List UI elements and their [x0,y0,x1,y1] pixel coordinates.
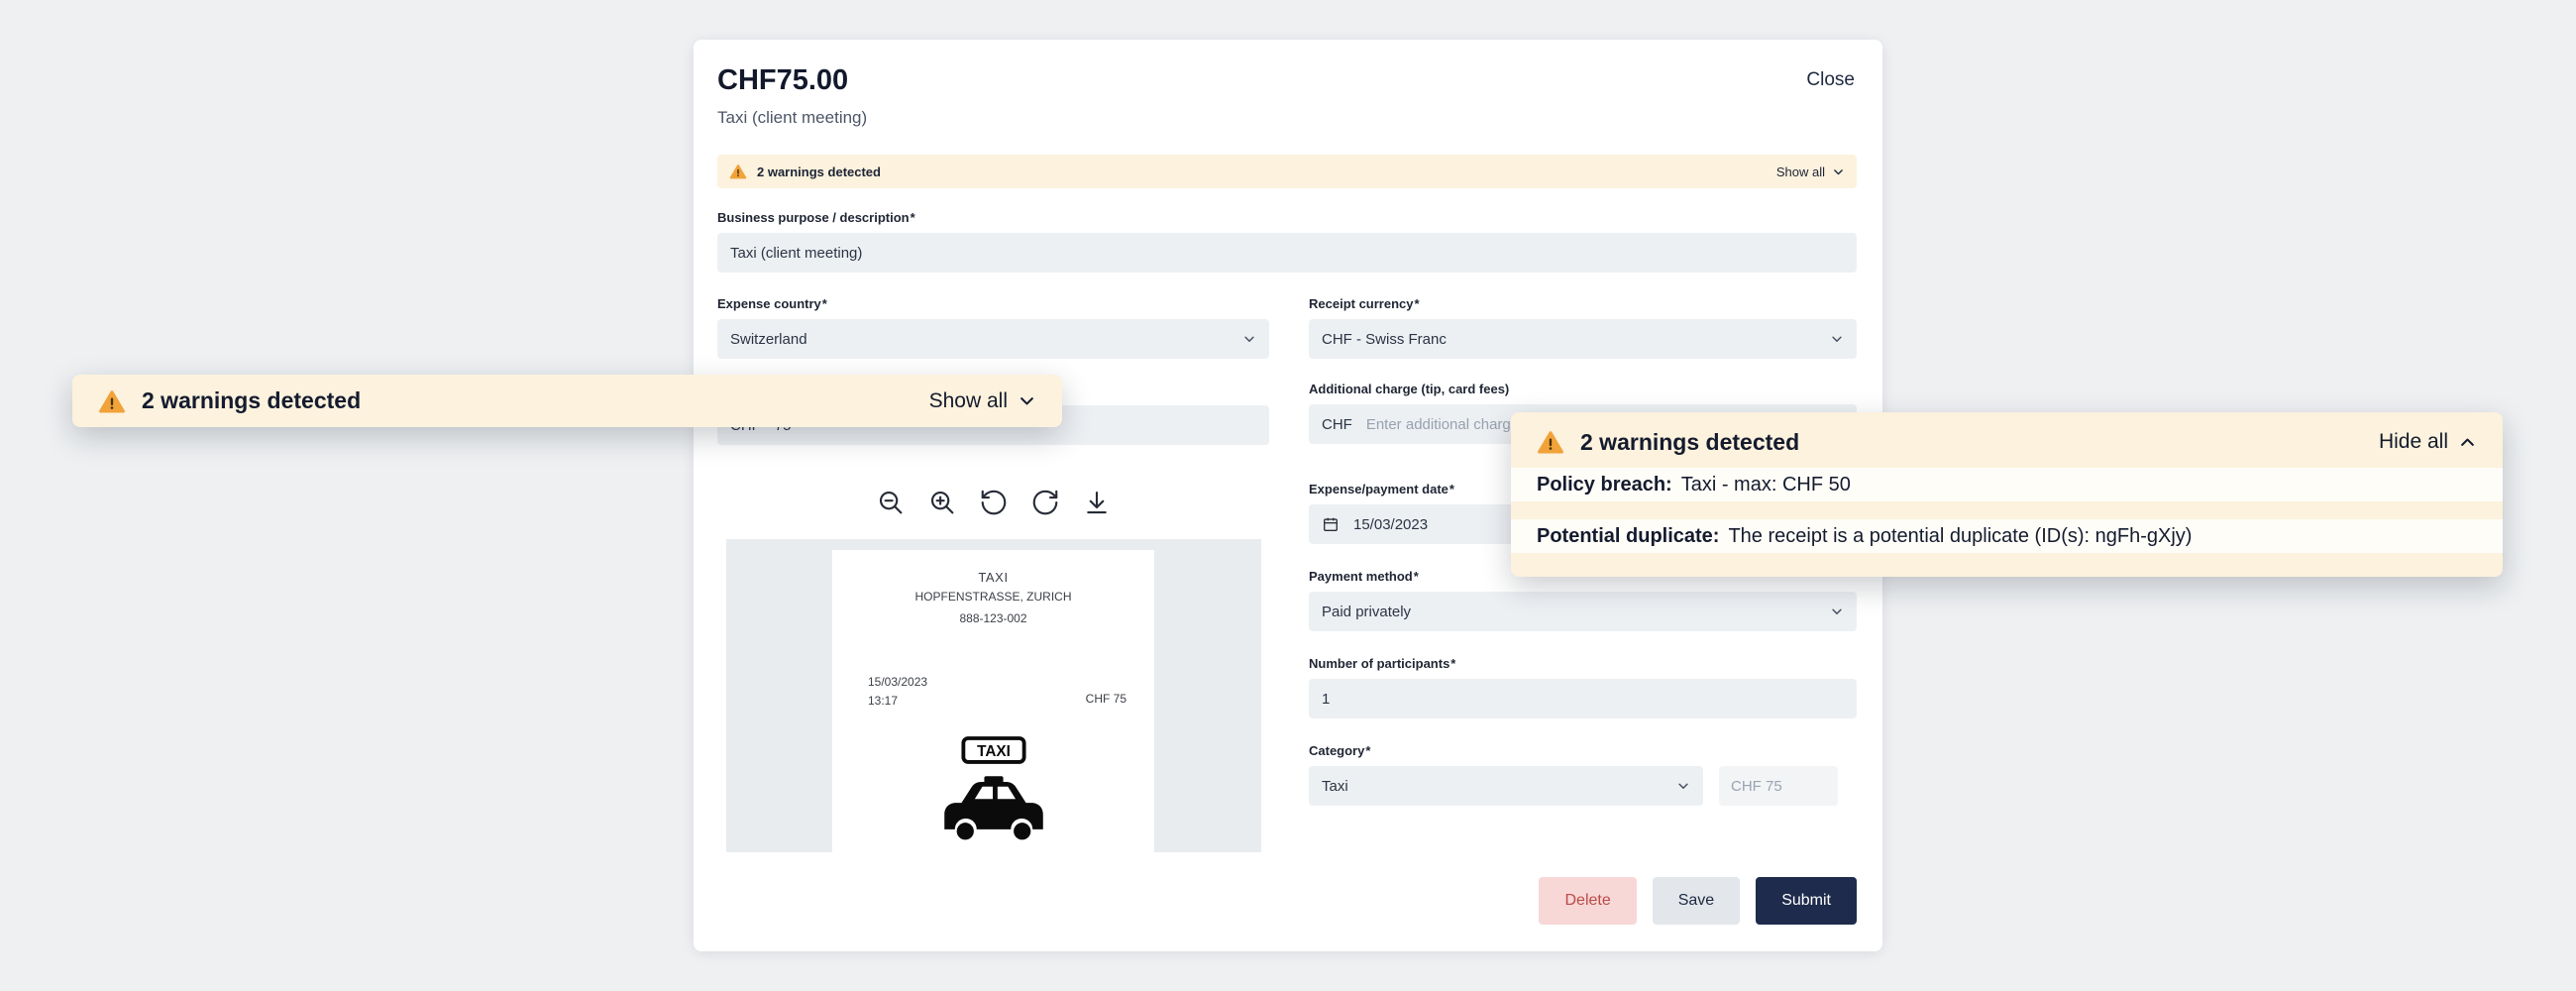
warnings-panel-callout: 2 warnings detected Hide all Policy brea… [1511,412,2503,577]
callout-warnings-text: 2 warnings detected [142,387,361,414]
receipt-viewer-toolbar [717,486,1269,519]
receipt-datetime: 15/03/2023 13:17 [868,673,927,711]
category-amount-hint: CHF 75 [1719,766,1838,806]
warning-item-policy-breach: Policy breach: Taxi - max: CHF 50 [1511,468,2503,501]
warning-item-label: Policy breach: [1537,474,1672,496]
rotate-counterclockwise-button[interactable] [977,486,1011,519]
payment-method-field: Payment method* Paid privately [1309,569,1857,631]
show-all-label: Show all [1776,165,1825,179]
description-label: Business purpose / description* [717,210,1857,226]
chevron-down-icon [1832,165,1845,178]
expense-country-value: Switzerland [730,331,807,348]
warning-icon [729,163,747,180]
app-background: CHF75.00 Taxi (client meeting) Close 2 w… [0,0,2576,991]
warnings-banner: 2 warnings detected Show all [717,155,1857,188]
receipt-merchant: TAXI [832,550,1154,585]
show-all-warnings-toggle[interactable]: Show all [1776,165,1845,179]
taxi-icon: TAXI [927,734,1060,852]
callout-show-all-label: Show all [929,389,1008,413]
delete-button[interactable]: Delete [1539,877,1636,925]
warning-icon [98,387,126,415]
rotate-clockwise-button[interactable] [1028,486,1062,519]
chevron-down-icon [1242,332,1256,346]
receipt-image: TAXI HOPFENSTRASSE, ZURICH 888-123-002 1… [832,550,1154,852]
receipt-phone: 888-123-002 [832,611,1154,625]
hide-all-label: Hide all [2379,430,2448,454]
warning-item-text: The receipt is a potential duplicate (ID… [1728,525,2192,548]
expense-country-label: Expense country* [717,296,1269,312]
warnings-banner-text: 2 warnings detected [757,165,881,179]
category-value: Taxi [1322,778,1348,795]
receipt-currency-select[interactable]: CHF - Swiss Franc [1309,319,1857,359]
svg-text:TAXI: TAXI [977,743,1011,760]
expense-country-select[interactable]: Switzerland [717,319,1269,359]
warnings-panel-title: 2 warnings detected [1580,429,1799,456]
receipt-column: CHF [717,382,1269,852]
submit-button[interactable]: Submit [1756,877,1857,925]
additional-charge-currency-prefix: CHF [1322,416,1352,433]
modal-footer: Delete Save Submit [717,877,1857,925]
close-button[interactable]: Close [1804,63,1857,97]
payment-method-select[interactable]: Paid privately [1309,592,1857,631]
category-select[interactable]: Taxi [1309,766,1703,806]
expense-amount-title: CHF75.00 [717,63,867,97]
chevron-down-icon [1676,779,1690,793]
participants-label: Number of participants* [1309,656,1857,672]
zoom-out-button[interactable] [874,486,908,519]
country-currency-row: Expense country* Switzerland Receipt cur… [717,296,1857,359]
modal-header-text: CHF75.00 Taxi (client meeting) [717,63,867,129]
additional-charge-label: Additional charge (tip, card fees) [1309,382,1857,397]
description-input[interactable] [717,233,1857,273]
warning-item-label: Potential duplicate: [1537,525,1719,548]
category-row: Taxi CHF 75 [1309,766,1857,806]
receipt-currency-label: Receipt currency* [1309,296,1857,312]
receipt-address: HOPFENSTRASSE, ZURICH [832,590,1154,604]
save-button[interactable]: Save [1653,877,1740,925]
expense-country-field: Expense country* Switzerland [717,296,1269,359]
callout-show-all-toggle[interactable]: Show all [929,389,1036,413]
receipt-currency-value: CHF - Swiss Franc [1322,331,1447,348]
chevron-up-icon [2458,433,2477,452]
expense-date-value: 15/03/2023 [1353,516,1428,533]
zoom-in-button[interactable] [925,486,959,519]
receipt-time: 13:17 [868,692,927,711]
payment-method-value: Paid privately [1322,604,1411,620]
download-button[interactable] [1080,486,1114,519]
warning-icon [1537,428,1564,456]
receipt-currency-field: Receipt currency* CHF - Swiss Franc [1309,296,1857,359]
chevron-down-icon [1830,332,1844,346]
hide-all-warnings-toggle[interactable]: Hide all [2379,430,2477,454]
category-field: Category* Taxi CHF 75 [1309,743,1857,806]
category-label: Category* [1309,743,1857,759]
expense-subtitle: Taxi (client meeting) [717,107,867,129]
receipt-date: 15/03/2023 [868,673,927,692]
receipt-preview-area: TAXI HOPFENSTRASSE, ZURICH 888-123-002 1… [726,539,1261,852]
participants-input[interactable] [1309,679,1857,718]
chevron-down-icon [1018,391,1036,410]
warnings-banner-callout: 2 warnings detected Show all [72,375,1062,427]
participants-field: Number of participants* [1309,656,1857,718]
receipt-amount: CHF 75 [1086,692,1127,706]
modal-header: CHF75.00 Taxi (client meeting) Close [717,63,1857,129]
calendar-icon [1322,515,1340,533]
chevron-down-icon [1830,605,1844,618]
warning-item-potential-duplicate: Potential duplicate: The receipt is a po… [1511,519,2503,553]
warnings-panel-header: 2 warnings detected Hide all [1511,422,2503,462]
description-field: Business purpose / description* [717,210,1857,273]
warning-item-text: Taxi - max: CHF 50 [1681,474,1851,496]
